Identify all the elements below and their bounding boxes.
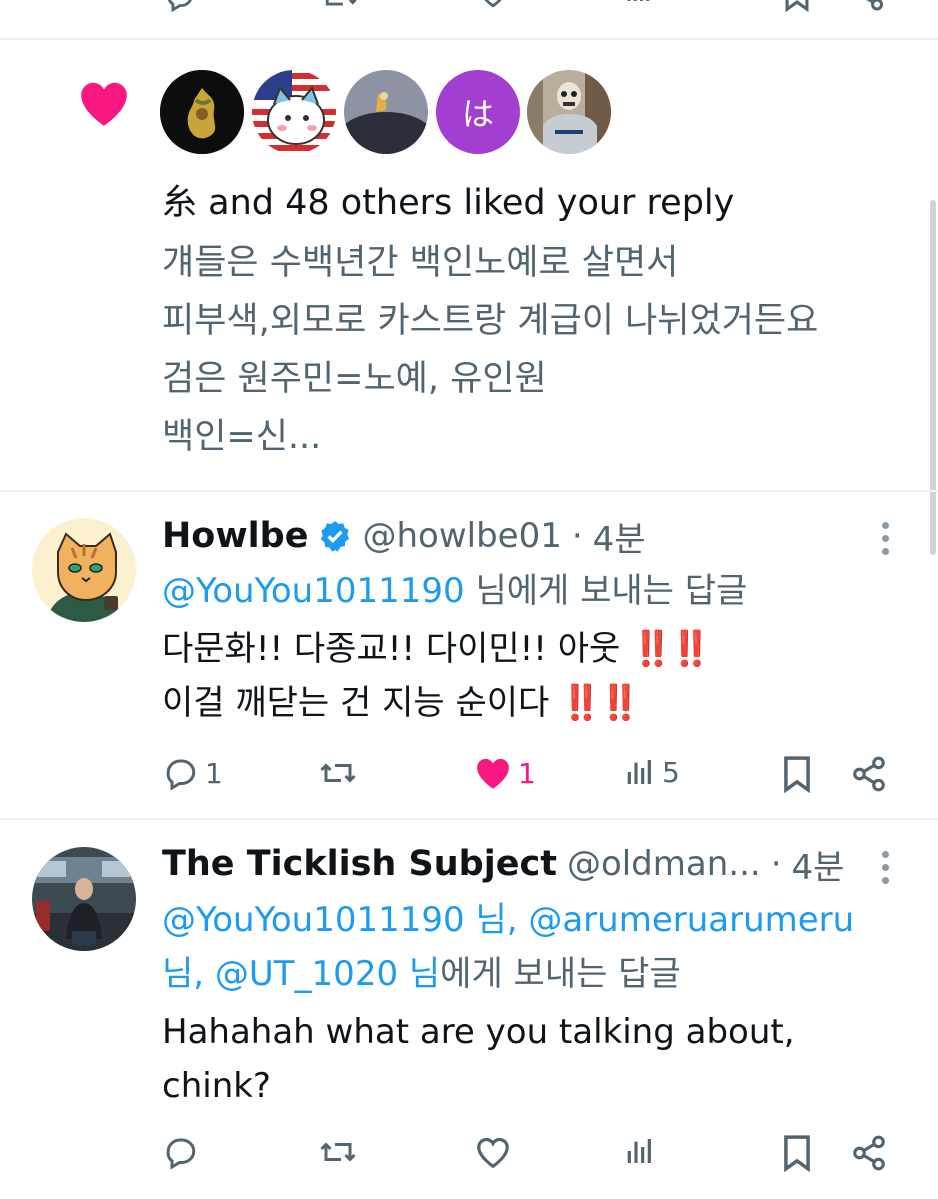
avatar-5-image [527,70,611,154]
liker-avatar-4[interactable]: は [436,70,520,154]
reply-count: 1 [205,756,223,790]
bookmark-icon [781,1134,813,1172]
double-exclamation-emoji: ‼️‼️ [560,683,641,723]
bookmark-action[interactable] [781,1134,813,1172]
share-action[interactable] [850,755,888,793]
display-name[interactable]: Howlbe [162,516,308,556]
quoted-line: 백인=신... [162,417,322,457]
liker-avatar-1[interactable] [160,70,244,154]
dot-separator: · [571,516,583,556]
reply-action[interactable]: 1 [163,755,223,791]
views-action[interactable] [624,1134,656,1168]
bookmark-action[interactable] [781,755,813,793]
share-icon[interactable] [850,0,886,12]
reply-mention[interactable]: @YouYou1011190 [162,571,465,611]
like-count: 1 [518,756,536,790]
quoted-line: 피부색,외모로 카스트랑 계급이 나뉘었거든요 [162,301,819,341]
liker-avatar-5[interactable] [527,70,611,154]
like-icon [474,1134,512,1170]
reply-action[interactable] [163,1134,199,1170]
subway-photo-avatar [32,847,136,951]
body-line: 다문화!! 다종교!! 다이민!! 아웃 ‼️‼️ [162,622,712,676]
reply-suffix: 에게 보내는 답글 [440,954,681,994]
like-action[interactable] [474,1134,512,1170]
avatar-3-image [344,70,428,154]
bookmark-icon[interactable] [781,0,813,12]
quoted-line: 걔들은 수백년간 백인노예로 살면서 [162,243,679,283]
views-action[interactable]: 5 [624,755,680,789]
retweet-icon [316,1134,360,1170]
reply-context: @YouYou1011190 님에게 보내는 답글 [162,564,747,618]
retweet-action[interactable] [316,755,360,791]
like-summary: 糸 and 48 others liked your reply [162,174,734,232]
liked-heart-icon [474,755,512,791]
views-icon [624,755,656,789]
quoted-reply: 걔들은 수백년간 백인노예로 살면서 피부색,외모로 카스트랑 계급이 나뉘었거… [162,234,818,466]
double-exclamation-emoji: ‼️‼️ [631,629,712,669]
dot-separator: · [770,844,782,884]
retweet-action[interactable] [316,1134,360,1170]
like-icon[interactable] [475,0,511,10]
views-count: 5 [662,755,680,789]
liker-avatar-2[interactable] [252,70,336,154]
share-icon [850,755,888,793]
post-body: Hahahah what are you talking about, chin… [162,1005,795,1113]
bookmark-icon [781,755,813,793]
reply-context-line2: 님, @UT_1020 님에게 보내는 답글 [162,947,902,1001]
summary-symbol: 糸 [162,183,198,223]
share-action[interactable] [850,1134,888,1172]
share-icon [850,1134,888,1172]
post-body: 다문화!! 다종교!! 다이민!! 아웃 ‼️‼️ 이걸 깨닫는 건 지능 순이… [162,622,712,730]
timestamp[interactable]: 4분 [593,512,646,561]
post-header: Howlbe @howlbe01 · 4분 [162,511,646,561]
heart-icon [76,78,132,128]
views-icon[interactable] [624,0,654,6]
summary-text: and 48 others liked your reply [208,183,735,223]
reply-mention[interactable]: 님, @UT_1020 님 [162,954,440,994]
scrollbar[interactable] [930,200,936,555]
reply-context: @YouYou1011190 님, @arumeruarumeru 님, @UT… [162,893,902,1001]
handle[interactable]: @howlbe01 [362,516,561,556]
views-icon [624,1134,656,1168]
quoted-line: 검은 원주민=노예, 유인원 [162,359,547,399]
verified-badge-icon [318,519,352,553]
display-name[interactable]: The Ticklish Subject [162,844,557,884]
more-options-icon[interactable] [882,522,889,555]
divider-top [0,38,938,40]
reply-icon [163,755,199,791]
body-line-text: 이걸 깨닫는 건 지능 순이다 [162,683,550,723]
divider-2 [0,818,938,820]
cat-avatar-image [32,518,136,622]
like-action[interactable]: 1 [474,755,536,791]
liker-avatar-3[interactable] [344,70,428,154]
post-header: The Ticklish Subject @oldman... · 4분 [162,839,844,889]
reply-icon [163,1134,199,1170]
avatar-1-image [160,70,244,154]
body-line: Hahahah what are you talking about, [162,1012,795,1052]
retweet-icon[interactable] [320,0,360,14]
handle[interactable]: @oldman... [567,844,761,884]
body-line: chink? [162,1066,271,1106]
reply-icon[interactable] [163,0,197,14]
retweet-icon [316,755,360,791]
body-line: 이걸 깨닫는 건 지능 순이다 ‼️‼️ [162,676,708,730]
author-avatar[interactable] [32,518,136,622]
avatar-4-initial: は [461,95,494,133]
author-avatar[interactable] [32,847,136,951]
avatar-2-image [252,70,336,154]
body-line-text: 다문화!! 다종교!! 다이민!! 아웃 [162,629,621,669]
timestamp[interactable]: 4분 [792,840,845,889]
more-options-icon[interactable] [882,851,889,884]
reply-suffix: 님에게 보내는 답글 [475,571,748,611]
reply-context-line1[interactable]: @YouYou1011190 님, @arumeruarumeru [162,893,902,947]
divider-1 [0,490,938,492]
